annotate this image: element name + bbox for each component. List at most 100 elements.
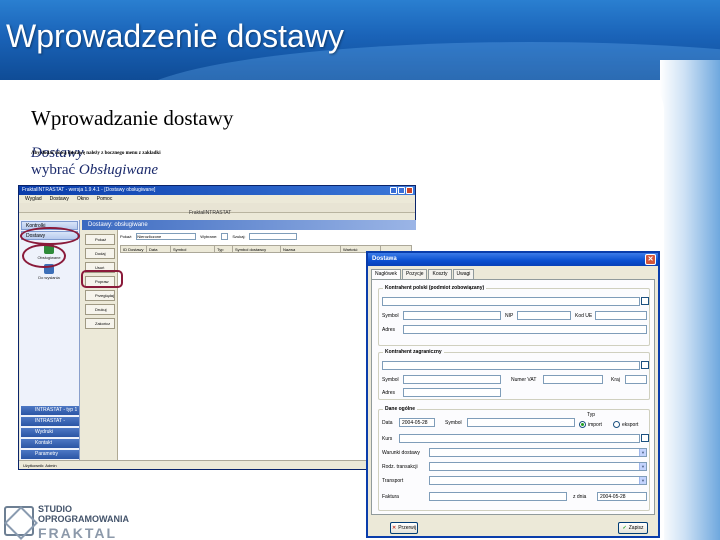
menu-item[interactable]: Okno [77, 195, 89, 203]
adres-field[interactable] [403, 325, 647, 334]
column-header[interactable]: Nazwa [281, 246, 341, 252]
section-kontrahent-zagraniczny: Kontrahent zagraniczny Symbol Numer VAT … [378, 349, 650, 400]
search-input[interactable] [249, 233, 298, 240]
show-button[interactable]: Pokaż [85, 234, 115, 245]
delivery-dialog: Dostawa ✕ Nagłówek Pozycje Koszty Uwagi … [366, 251, 660, 538]
data-field[interactable]: 2004-05-28 [399, 418, 435, 427]
add-button[interactable]: Dodaj [85, 248, 115, 259]
maximize-button[interactable] [398, 187, 405, 194]
symbol-label: Symbol [382, 377, 399, 383]
eksport-label: eksport [622, 422, 639, 428]
section-legend: Kontrahent polski (podmiot zobowiązany) [383, 285, 487, 291]
close-button[interactable] [406, 187, 413, 194]
transport-label: Transport [382, 478, 404, 484]
symbol-field[interactable] [467, 418, 575, 427]
close-icon[interactable]: ✕ [645, 254, 656, 265]
app-window-title: FraktalINTRASTAT - wersja 1.9.4.1 - [Dos… [22, 187, 156, 193]
kontrahent-zagraniczny-lookup-button[interactable] [641, 361, 649, 369]
vat-field[interactable] [543, 375, 603, 384]
data-label: Data [382, 420, 393, 426]
app-name: FraktalINTRASTAT [189, 210, 232, 216]
warunki-label: Warunki dostawy [382, 450, 420, 456]
kontrahent-polski-name-field[interactable] [382, 297, 640, 306]
slide-header: Wprowadzenie dostawy [0, 0, 720, 80]
column-header[interactable]: ID Dostawy [121, 246, 147, 252]
kontrahent-zagraniczny-name-field[interactable] [382, 361, 640, 370]
cancel-icon: ✕ [392, 525, 397, 531]
chevron-down-icon: ▼ [639, 477, 646, 484]
save-button[interactable]: ✓ Zapisz [618, 522, 648, 534]
eksport-radio[interactable] [613, 421, 620, 428]
adres-label: Adres [382, 390, 396, 396]
filter-row: Pokaż: Nierozliczone Wybrane: Szukaj: [120, 232, 298, 241]
menu-item[interactable]: Dostawy [50, 195, 69, 203]
zdnia-field[interactable]: 2004-05-28 [597, 492, 647, 501]
menu-item[interactable]: Pomoc [97, 195, 113, 203]
import-radio[interactable] [579, 421, 586, 428]
app-titlebar: FraktalINTRASTAT - wersja 1.9.4.1 - [Dos… [19, 186, 415, 195]
description: Aby dodać nową dostawę należy z bocznego… [31, 145, 591, 179]
description-item-name: Obsługiwane [78, 162, 159, 178]
tab-uwagi[interactable]: Uwagi [452, 269, 475, 279]
sidebar-item-parametry[interactable]: Parametry [21, 450, 79, 459]
faktura-field[interactable] [429, 492, 567, 501]
column-header[interactable]: Symbol [171, 246, 215, 252]
symbol-field[interactable] [403, 375, 501, 384]
column-header[interactable]: Symbol dostawcy [233, 246, 281, 252]
column-header[interactable]: Data [147, 246, 171, 252]
zdnia-label: z dnia [573, 494, 587, 500]
typ-label: Typ [587, 412, 596, 418]
nip-field[interactable] [517, 311, 571, 320]
chevron-down-icon: ▼ [639, 449, 646, 456]
tab-pozycje[interactable]: Pozycje [401, 269, 428, 279]
kurs-lookup-button[interactable] [641, 434, 649, 442]
cancel-button[interactable]: ✕ Przerwij [390, 522, 418, 534]
warunki-select[interactable]: ▼ [429, 448, 647, 457]
filter-checkbox[interactable] [221, 233, 229, 240]
rodzaj-select[interactable]: ▼ [429, 462, 647, 471]
save-label: Zapisz [628, 525, 644, 531]
sidebar-item-intrastat-1[interactable]: INTRASTAT - typ 1 [21, 406, 79, 415]
highlight-dodaj [81, 270, 123, 288]
section-dane-ogolne: Dane ogólne Data 2004-05-28 Symbol Typ i… [378, 406, 650, 511]
filter-select[interactable]: Nierozliczone [136, 233, 197, 240]
symbol-label: Symbol [382, 313, 399, 319]
transport-select[interactable]: ▼ [429, 476, 647, 485]
nip-label: NIP [505, 313, 514, 319]
minimize-button[interactable] [390, 187, 397, 194]
column-header[interactable]: Typ [215, 246, 233, 252]
vat-label: Numer VAT [511, 377, 537, 383]
tab-koszty[interactable]: Koszty [428, 269, 452, 279]
kraj-field[interactable] [625, 375, 647, 384]
sidebar-item-intrastat-wysylka[interactable]: INTRASTAT - Wysyłka [21, 417, 79, 433]
app-menubar: Wyglad Dostawy Okno Pomoc [19, 195, 415, 203]
filter-label: Pokaż: [120, 234, 133, 239]
sidebar-item-label: Do wysłania [38, 275, 60, 280]
sidebar-item-kontakt[interactable]: Kontakt [21, 439, 79, 448]
window-controls [390, 187, 413, 194]
dialog-title: Dostawa [372, 256, 397, 262]
logo-line-2: OPROGRAMOWANIA [38, 514, 129, 524]
menu-item[interactable]: Wyglad [25, 195, 42, 203]
sidebar-item-wydruki[interactable]: Wydruki [21, 428, 79, 437]
kurs-label: Kurs [382, 436, 393, 442]
description-text: Aby dodać nową dostawę należy z bocznego… [31, 151, 161, 156]
close-tool-button[interactable]: Zakończ [85, 318, 115, 329]
kod-ue-field[interactable] [595, 311, 647, 320]
content-heading: Wprowadzanie dostawy [31, 106, 234, 130]
logo-line-1: STUDIO [38, 504, 73, 514]
section-legend: Dane ogólne [383, 406, 418, 412]
adres-field[interactable] [403, 388, 501, 397]
faktura-label: Faktura [382, 494, 399, 500]
slide-title: Wprowadzenie dostawy [6, 18, 344, 54]
description-text-2: wybrać [31, 162, 76, 178]
print-button[interactable]: Drukuj [85, 304, 115, 315]
browse-button[interactable]: Przeglądaj [85, 290, 115, 301]
kontrahent-polski-lookup-button[interactable] [641, 297, 649, 305]
symbol-field[interactable] [403, 311, 501, 320]
dialog-titlebar: Dostawa ✕ [368, 253, 658, 266]
import-label: import [588, 422, 602, 428]
kurs-field[interactable] [399, 434, 640, 443]
section-kontrahent-polski: Kontrahent polski (podmiot zobowiązany) … [378, 285, 650, 346]
highlight-dostawy [20, 227, 80, 245]
